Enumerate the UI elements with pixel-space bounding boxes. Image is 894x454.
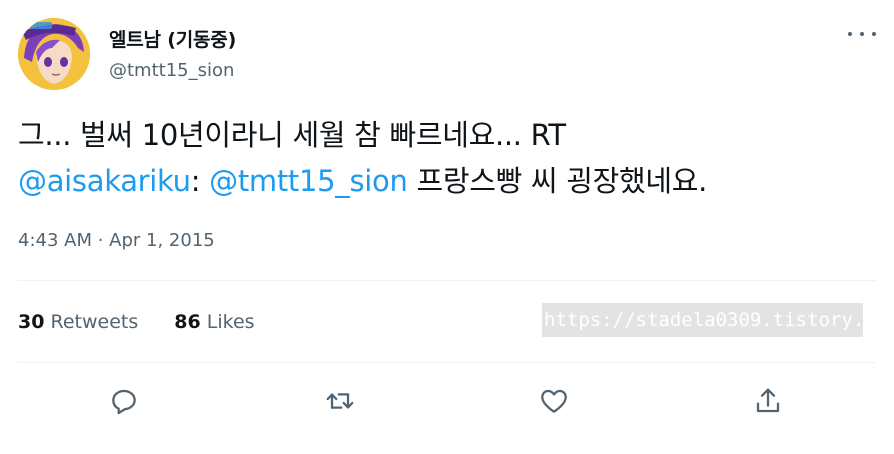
more-dots-icon bbox=[872, 32, 876, 36]
share-button[interactable] bbox=[751, 384, 785, 418]
tweet-text: 그... 벌써 10년이라니 세월 참 빠르네요... RT @aisakari… bbox=[18, 112, 878, 204]
avatar-image bbox=[18, 18, 90, 90]
mention-link[interactable]: @aisakariku bbox=[18, 164, 191, 198]
retweets-count: 30 bbox=[18, 311, 45, 333]
heart-icon bbox=[541, 389, 567, 413]
watermark: https://stadela0309.tistory.com bbox=[542, 303, 863, 337]
retweet-button[interactable] bbox=[323, 384, 357, 418]
like-button[interactable] bbox=[537, 384, 571, 418]
tweet-text-line-1: 그... 벌써 10년이라니 세월 참 빠르네요... RT bbox=[18, 118, 566, 152]
user-handle[interactable]: @tmtt15_sion bbox=[109, 60, 234, 81]
more-dots-icon bbox=[848, 32, 852, 36]
tweet-text-colon: : bbox=[190, 164, 210, 198]
tweet-stats: 30 Retweets 86 Likes bbox=[18, 311, 255, 333]
more-dots-icon bbox=[860, 32, 864, 36]
reply-button[interactable] bbox=[107, 384, 141, 418]
divider bbox=[18, 280, 876, 281]
mention-link[interactable]: @tmtt15_sion bbox=[209, 164, 408, 198]
tweet-timestamp[interactable]: 4:43 AM · Apr 1, 2015 bbox=[18, 230, 215, 251]
reply-icon bbox=[112, 389, 136, 415]
more-options-button[interactable] bbox=[848, 26, 876, 42]
likes-stat[interactable]: 86 Likes bbox=[174, 311, 254, 333]
likes-label: Likes bbox=[206, 311, 255, 333]
display-name[interactable]: 엘트남 (기동중) bbox=[109, 25, 236, 52]
tweet-text-rest: 프랑스빵 씨 굉장했네요. bbox=[407, 164, 708, 198]
share-icon bbox=[756, 388, 780, 413]
avatar[interactable] bbox=[18, 18, 90, 90]
retweet-icon bbox=[326, 393, 354, 409]
likes-count: 86 bbox=[174, 311, 201, 333]
retweets-stat[interactable]: 30 Retweets bbox=[18, 311, 138, 333]
tweet-text-line-2: @aisakariku: @tmtt15_sion 프랑스빵 씨 굉장했네요. bbox=[18, 158, 878, 204]
divider bbox=[18, 362, 876, 363]
retweets-label: Retweets bbox=[50, 311, 139, 333]
